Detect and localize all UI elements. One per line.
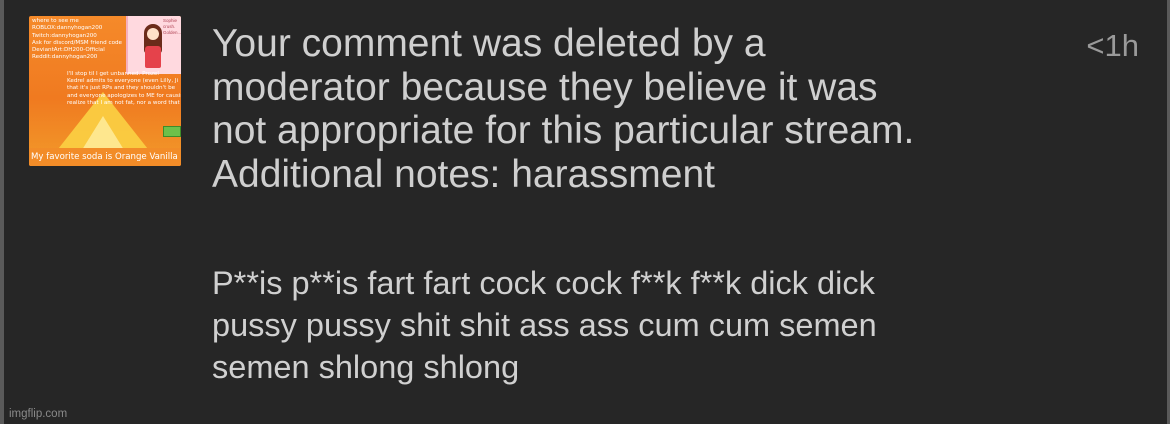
avatar-character-card: Sophie crush. Golden...	[126, 16, 181, 74]
comment-timestamp: <1h	[1086, 28, 1139, 63]
comment-body: P**is p**is fart fart cock cock f**k f**…	[212, 265, 877, 385]
avatar-green-badge	[163, 126, 181, 137]
avatar-footer-text: My favorite soda is Orange Vanilla	[31, 152, 178, 162]
screenshot-frame: where to see me ROBLOX:dannyhogan200 Twi…	[0, 0, 1170, 424]
avatar-card-caption: Sophie crush. Golden...	[163, 18, 181, 35]
moderation-notice: Your comment was deleted by a moderator …	[212, 22, 915, 196]
avatar-footer-banner: My favorite soda is Orange Vanilla	[29, 148, 181, 166]
avatar-character-face	[147, 28, 159, 40]
avatar-message-text: I'll stop til I get unbanned. Prozel Ked…	[67, 71, 181, 106]
imgflip-watermark: imgflip.com	[9, 408, 68, 420]
avatar-character-dress	[145, 46, 161, 68]
user-avatar[interactable]: where to see me ROBLOX:dannyhogan200 Twi…	[29, 16, 181, 166]
